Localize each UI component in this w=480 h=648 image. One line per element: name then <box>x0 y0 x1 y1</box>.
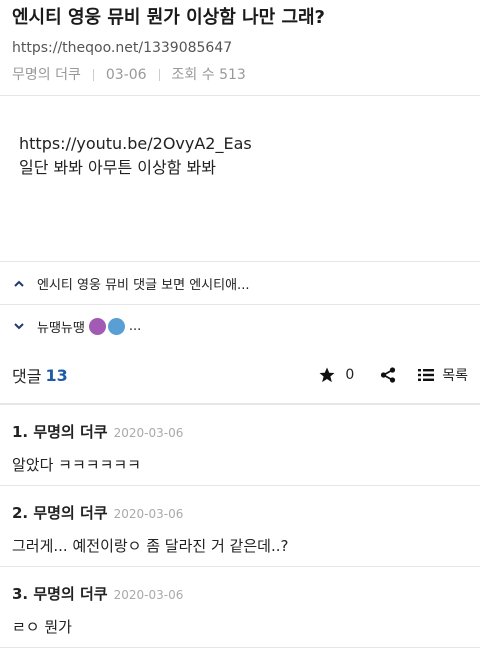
comment-author: 2. 무명의 더쿠 <box>12 504 108 522</box>
share-icon <box>381 367 396 383</box>
post-title: 엔시티 영웅 뮤비 뭔가 이상함 나만 그래? <box>12 7 325 28</box>
meta-separator <box>92 69 94 81</box>
comment-text: 알았다 ㅋㅋㅋㅋㅋㅋ <box>12 456 141 474</box>
star-button[interactable]: 0 <box>318 366 354 384</box>
comment-date: 2020-03-06 <box>113 426 184 440</box>
prev-post-title: 엔시티 영웅 뮤비 댓글 보면 엔시티애... <box>37 277 250 293</box>
post-date: 03-06 <box>105 67 147 83</box>
star-count: 0 <box>345 367 355 383</box>
comment-date: 2020-03-06 <box>113 588 184 602</box>
comment-count: 13 <box>45 365 68 385</box>
next-post-ellipsis: ... <box>128 318 142 334</box>
list-icon <box>418 369 435 381</box>
post-url[interactable]: https://theqoo.net/1339085647 <box>12 39 468 57</box>
content-link[interactable]: https://youtu.be/2OvyA2_Eas <box>19 132 461 156</box>
list-button[interactable]: 목록 <box>418 365 468 385</box>
post-meta: 무명의 더쿠 03-06 조회 수 513 <box>12 66 468 84</box>
post-author: 무명의 더쿠 <box>12 67 81 83</box>
comment-label: 댓글 <box>12 367 42 386</box>
comment-bar: 댓글 13 0 목록 <box>0 347 480 403</box>
comment-text: ㄹㅇ 뭔가 <box>12 618 72 636</box>
chevron-down-icon <box>12 319 26 333</box>
next-post-title: 뉴땡뉴땡 <box>37 320 85 336</box>
prev-post-link[interactable]: 엔시티 영웅 뮤비 댓글 보면 엔시티애... <box>0 262 480 304</box>
share-button[interactable] <box>380 367 396 383</box>
comment-text: 그러게... 예전이랑ㅇ 좀 달라진 거 같은데..? <box>12 537 289 555</box>
star-icon <box>319 367 335 383</box>
comment-item: 3. 무명의 더쿠 2020-03-06 ㄹㅇ 뭔가 <box>0 567 480 648</box>
comment-author: 3. 무명의 더쿠 <box>12 585 108 603</box>
post-content: https://youtu.be/2OvyA2_Eas 일단 봐봐 아무튼 이상… <box>0 96 480 244</box>
comment-actions: 0 목록 <box>318 365 468 385</box>
comment-date: 2020-03-06 <box>113 507 184 521</box>
emoji-icon <box>88 317 106 335</box>
comment-item: 1. 무명의 더쿠 2020-03-06 알았다 ㅋㅋㅋㅋㅋㅋ <box>0 405 480 486</box>
next-post-link[interactable]: 뉴땡뉴땡 ... <box>0 305 480 347</box>
comment-item: 2. 무명의 더쿠 2020-03-06 그러게... 예전이랑ㅇ 좀 달라진 거… <box>0 486 480 567</box>
content-text: 일단 봐봐 아무튼 이상함 봐봐 <box>19 158 216 177</box>
meta-separator <box>158 69 160 81</box>
post-header: 엔시티 영웅 뮤비 뭔가 이상함 나만 그래? https://theqoo.n… <box>0 0 480 84</box>
list-label: 목록 <box>442 368 468 384</box>
comment-author: 1. 무명의 더쿠 <box>12 423 108 441</box>
emoji-icon <box>107 317 125 335</box>
post-views: 조회 수 513 <box>171 67 246 83</box>
chevron-up-icon <box>12 276 26 290</box>
